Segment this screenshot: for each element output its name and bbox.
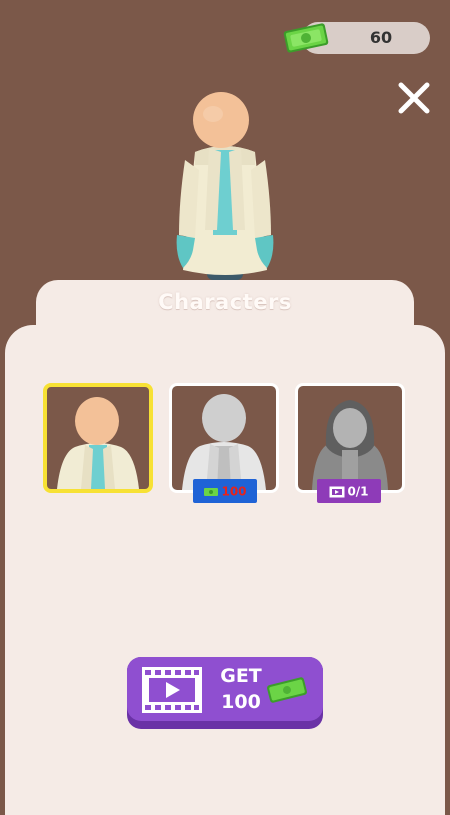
doctor-thumbnail (182, 394, 266, 490)
character-card-hooded[interactable] (295, 383, 405, 493)
character-preview (176, 92, 274, 280)
price-badge: 100 (193, 479, 257, 503)
banknote-icon (283, 23, 329, 53)
currency-amount: 60 (369, 28, 393, 47)
close-icon (398, 82, 430, 114)
get-reward-button[interactable]: GET 100 (127, 657, 323, 729)
ad-progress-badge: 0/1 (317, 479, 381, 503)
banknote-icon (204, 487, 219, 496)
get-reward-label: GET 100 (211, 663, 271, 715)
scientist-thumbnail (57, 397, 139, 489)
video-ad-icon (329, 486, 345, 497)
panel-title: Characters (158, 290, 292, 314)
currency-counter: 60 (282, 20, 430, 56)
close-button[interactable] (393, 77, 435, 119)
character-card-doctor[interactable] (169, 383, 279, 493)
ad-progress-value: 0/1 (347, 484, 369, 499)
video-ad-icon (142, 667, 202, 713)
banknote-icon (267, 677, 307, 703)
hooded-thumbnail (312, 400, 388, 490)
price-value: 100 (221, 484, 247, 499)
get-reward-line2: 100 (221, 691, 261, 713)
get-reward-button-face: GET 100 (127, 657, 323, 721)
get-reward-line1: GET (220, 665, 262, 687)
character-card-scientist[interactable] (43, 383, 153, 493)
